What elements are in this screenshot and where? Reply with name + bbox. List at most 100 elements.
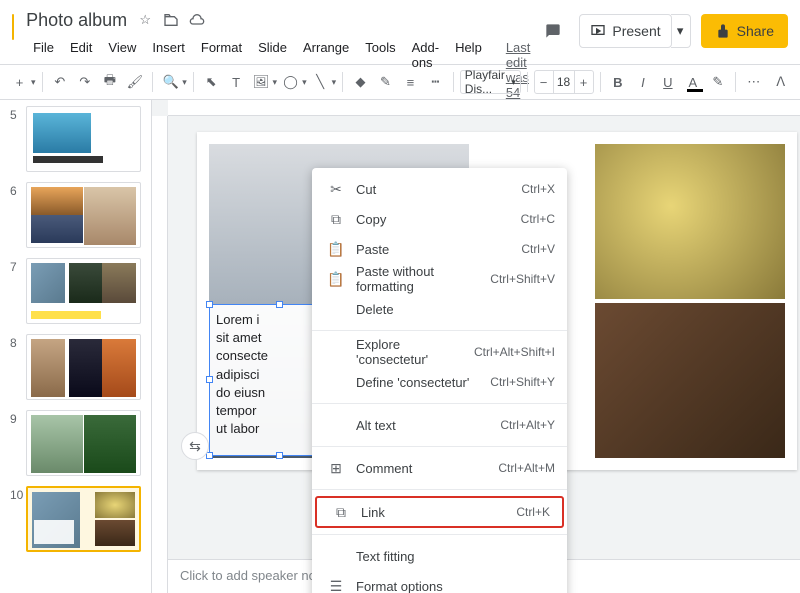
zoom-button[interactable]: 🔍 xyxy=(159,68,182,96)
bold-button[interactable]: B xyxy=(606,68,629,96)
slide-thumb-9[interactable]: 9 xyxy=(10,410,141,476)
ctx-label: Copy xyxy=(356,212,521,227)
slide-canvas[interactable]: Lorem i sit amet consecte adipisci do ei… xyxy=(197,132,797,470)
hide-menus-button[interactable]: ᐱ xyxy=(769,68,792,96)
resize-handle[interactable] xyxy=(276,452,283,459)
font-family-select[interactable]: Playfair Dis...▾ xyxy=(460,70,521,94)
toolbar: +▾ ↶ ↷ 🖶 🖌 🔍▾ ⬉ T 🖼▾ ◯▾ ╲▾ ◆ ✎ ≡ ┅ Playf… xyxy=(0,64,800,100)
border-dash-button[interactable]: ┅ xyxy=(424,68,447,96)
horizontal-ruler xyxy=(168,100,800,116)
present-label: Present xyxy=(612,23,660,39)
ctx-copy[interactable]: ⧉ CopyCtrl+C xyxy=(312,204,567,234)
text-color-button[interactable]: A xyxy=(681,68,704,96)
border-color-button[interactable]: ✎ xyxy=(374,68,397,96)
ctx-icon: ⊞ xyxy=(324,460,348,477)
ctx-label: Alt text xyxy=(356,418,500,433)
ctx-icon: 📋 xyxy=(324,241,348,258)
ctx-define-consectetur-[interactable]: Define 'consectetur'Ctrl+Shift+Y xyxy=(312,367,567,397)
undo-button[interactable]: ↶ xyxy=(48,68,71,96)
border-weight-button[interactable]: ≡ xyxy=(399,68,422,96)
ctx-label: Paste without formatting xyxy=(356,264,490,294)
resize-handle[interactable] xyxy=(206,376,213,383)
slide-image-top-right[interactable] xyxy=(595,144,785,299)
ctx-link[interactable]: ⧉ LinkCtrl+K xyxy=(315,496,564,528)
ctx-shortcut: Ctrl+Shift+V xyxy=(490,272,555,286)
new-slide-button[interactable]: + xyxy=(8,68,31,96)
ctx-label: Define 'consectetur' xyxy=(356,375,490,390)
share-label: Share xyxy=(737,23,774,39)
explore-icon[interactable]: ⇆ xyxy=(181,432,209,460)
ctx-label: Explore 'consectetur' xyxy=(356,337,474,367)
header-right: Present ▾ Share xyxy=(537,14,788,48)
ctx-icon: ⧉ xyxy=(324,211,348,228)
ctx-shortcut: Ctrl+X xyxy=(521,182,555,196)
resize-handle[interactable] xyxy=(276,301,283,308)
image-tool[interactable]: 🖼 xyxy=(250,68,273,96)
paint-format-button[interactable]: 🖌 xyxy=(123,68,146,96)
slide-thumb-6[interactable]: 6 xyxy=(10,182,141,248)
more-button[interactable]: ⋯ xyxy=(742,68,765,96)
print-button[interactable]: 🖶 xyxy=(98,68,121,96)
share-button[interactable]: Share xyxy=(701,14,788,48)
present-button[interactable]: Present xyxy=(579,14,671,48)
slides-logo-icon[interactable] xyxy=(12,14,14,40)
ctx-label: Comment xyxy=(356,461,498,476)
fill-color-button[interactable]: ◆ xyxy=(349,68,372,96)
slide-thumb-7[interactable]: 7 xyxy=(10,258,141,324)
star-icon[interactable]: ☆ xyxy=(137,12,153,28)
ctx-shortcut: Ctrl+Alt+Y xyxy=(500,418,555,432)
canvas-area: Lorem i sit amet consecte adipisci do ei… xyxy=(152,100,800,593)
ctx-label: Delete xyxy=(356,302,555,317)
ctx-icon: ☰ xyxy=(324,578,348,593)
slide-thumb-10[interactable]: 10 xyxy=(10,486,141,552)
ctx-paste-without-formatting[interactable]: 📋 Paste without formattingCtrl+Shift+V xyxy=(312,264,567,294)
filmstrip[interactable]: 5 6 7 8 9 10 xyxy=(0,100,152,593)
ctx-label: Link xyxy=(361,505,516,520)
ctx-text-fitting[interactable]: Text fitting xyxy=(312,541,567,571)
ctx-shortcut: Ctrl+V xyxy=(521,242,555,256)
underline-button[interactable]: U xyxy=(656,68,679,96)
context-menu: ✂ CutCtrl+X ⧉ CopyCtrl+C 📋 PasteCtrl+V 📋 Paste … xyxy=(312,168,567,593)
resize-handle[interactable] xyxy=(206,301,213,308)
ctx-label: Cut xyxy=(356,182,521,197)
line-tool[interactable]: ╲ xyxy=(309,68,332,96)
font-size-control: − 18 + xyxy=(534,70,594,94)
ctx-paste[interactable]: 📋 PasteCtrl+V xyxy=(312,234,567,264)
highlight-button[interactable]: ✎ xyxy=(706,68,729,96)
header: Photo album ☆ File Edit View Insert Form… xyxy=(0,0,800,64)
italic-button[interactable]: I xyxy=(631,68,654,96)
ctx-icon: 📋 xyxy=(324,271,348,288)
vertical-ruler xyxy=(152,116,168,593)
font-size-increase[interactable]: + xyxy=(575,75,593,90)
ctx-cut[interactable]: ✂ CutCtrl+X xyxy=(312,174,567,204)
move-icon[interactable] xyxy=(163,12,179,28)
ctx-label: Paste xyxy=(356,242,521,257)
slide-image-bottom-right[interactable] xyxy=(595,303,785,458)
slide-thumb-5[interactable]: 5 xyxy=(10,106,141,172)
cloud-icon[interactable] xyxy=(189,12,205,28)
select-tool[interactable]: ⬉ xyxy=(200,68,223,96)
redo-button[interactable]: ↷ xyxy=(73,68,96,96)
slide-thumb-8[interactable]: 8 xyxy=(10,334,141,400)
comments-button[interactable] xyxy=(537,15,569,47)
shape-tool[interactable]: ◯ xyxy=(279,68,302,96)
ctx-shortcut: Ctrl+C xyxy=(521,212,555,226)
ctx-label: Text fitting xyxy=(356,549,555,564)
ctx-delete[interactable]: Delete xyxy=(312,294,567,324)
ctx-label: Format options xyxy=(356,579,555,593)
ctx-format-options[interactable]: ☰ Format options xyxy=(312,571,567,593)
textbox-tool[interactable]: T xyxy=(225,68,248,96)
ctx-shortcut: Ctrl+Alt+M xyxy=(498,461,555,475)
text-box-content: Lorem i sit amet consecte adipisci do ei… xyxy=(216,312,268,436)
ctx-shortcut: Ctrl+K xyxy=(516,505,550,519)
ctx-shortcut: Ctrl+Shift+Y xyxy=(490,375,555,389)
doc-title[interactable]: Photo album xyxy=(26,10,127,31)
present-dropdown[interactable]: ▾ xyxy=(671,14,691,48)
ctx-icon: ✂ xyxy=(324,181,348,198)
ctx-explore-consectetur-[interactable]: Explore 'consectetur'Ctrl+Alt+Shift+I xyxy=(312,337,567,367)
ctx-icon: ⧉ xyxy=(329,504,353,521)
font-size-value[interactable]: 18 xyxy=(553,71,575,93)
ctx-alt-text[interactable]: Alt textCtrl+Alt+Y xyxy=(312,410,567,440)
ctx-comment[interactable]: ⊞ CommentCtrl+Alt+M xyxy=(312,453,567,483)
font-size-decrease[interactable]: − xyxy=(535,75,553,90)
